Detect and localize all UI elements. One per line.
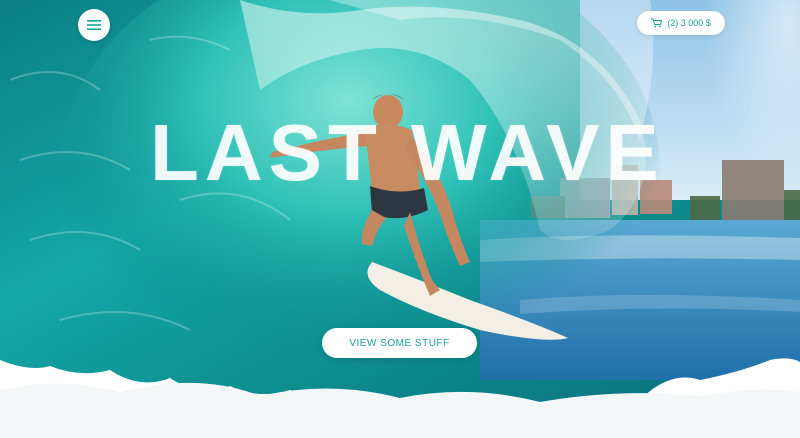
hero-section: (2) 3 000 $ LAST WAVE VIEW SOME STUFF bbox=[0, 0, 800, 438]
cart-button[interactable]: (2) 3 000 $ bbox=[637, 11, 725, 35]
hero-headline: LAST WAVE bbox=[150, 108, 665, 197]
hamburger-menu-icon bbox=[87, 20, 101, 30]
menu-button[interactable] bbox=[78, 9, 110, 41]
shopping-cart-icon bbox=[651, 18, 663, 28]
surfer-wave-photo bbox=[0, 0, 800, 438]
view-some-stuff-button[interactable]: VIEW SOME STUFF bbox=[322, 328, 477, 358]
cart-summary-label: (2) 3 000 $ bbox=[667, 18, 711, 28]
